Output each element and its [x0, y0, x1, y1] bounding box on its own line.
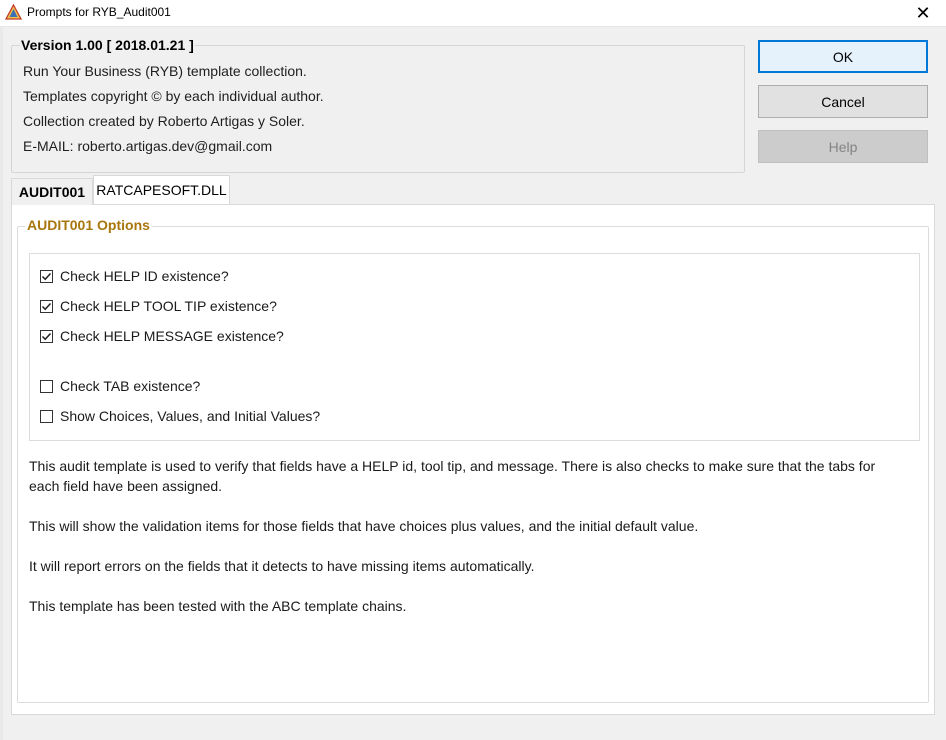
- close-button[interactable]: ✕: [900, 0, 946, 26]
- info-line-author: Collection created by Roberto Artigas y …: [23, 113, 305, 129]
- checkmark-icon: [41, 332, 52, 340]
- help-button[interactable]: Help: [758, 130, 928, 163]
- title-bar: Prompts for RYB_Audit001 ✕: [0, 0, 946, 27]
- close-icon: ✕: [915, 2, 931, 23]
- window-title: Prompts for RYB_Audit001: [27, 5, 171, 19]
- ok-button[interactable]: OK: [758, 40, 928, 73]
- description-paragraph: This template has been tested with the A…: [29, 598, 407, 614]
- checkmark-icon: [41, 272, 52, 280]
- info-line-description: Run Your Business (RYB) template collect…: [23, 63, 307, 79]
- checkbox-box[interactable]: [40, 269, 53, 283]
- checkbox-help-message[interactable]: Check HELP MESSAGE existence?: [40, 326, 284, 346]
- tab-audit001[interactable]: AUDIT001: [11, 178, 93, 205]
- options-group-title: AUDIT001 Options: [25, 217, 152, 233]
- checkbox-help-tooltip[interactable]: Check HELP TOOL TIP existence?: [40, 296, 277, 316]
- checkbox-box[interactable]: [40, 329, 53, 343]
- info-line-copyright: Templates copyright © by each individual…: [23, 88, 324, 104]
- checkbox-label: Check HELP ID existence?: [60, 268, 229, 284]
- version-label: Version 1.00 [ 2018.01.21 ]: [20, 37, 195, 53]
- description-paragraph: This audit template is used to verify th…: [29, 458, 876, 494]
- checkbox-box[interactable]: [40, 379, 53, 393]
- checkbox-box[interactable]: [40, 299, 53, 313]
- window-edge: [0, 26, 3, 740]
- checkbox-box[interactable]: [40, 409, 53, 423]
- info-line-email: E-MAIL: roberto.artigas.dev@gmail.com: [23, 138, 273, 154]
- description-paragraph: This will show the validation items for …: [29, 518, 699, 534]
- app-icon: [5, 4, 22, 20]
- checkbox-label: Check HELP TOOL TIP existence?: [60, 298, 277, 314]
- checkbox-label: Check HELP MESSAGE existence?: [60, 328, 284, 344]
- checkbox-tab-existence[interactable]: Check TAB existence?: [40, 376, 200, 396]
- checkmark-icon: [41, 302, 52, 310]
- checkbox-label: Show Choices, Values, and Initial Values…: [60, 408, 321, 424]
- tab-ratcapesoft-dll[interactable]: RATCAPESOFT.DLL: [93, 175, 230, 204]
- checkbox-show-choices[interactable]: Show Choices, Values, and Initial Values…: [40, 406, 320, 426]
- description-paragraph: It will report errors on the fields that…: [29, 558, 535, 574]
- checkbox-help-id[interactable]: Check HELP ID existence?: [40, 266, 229, 286]
- cancel-button[interactable]: Cancel: [758, 85, 928, 118]
- checkbox-label: Check TAB existence?: [60, 378, 201, 394]
